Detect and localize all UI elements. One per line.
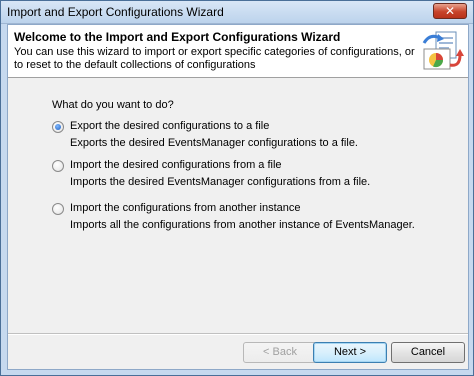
close-button[interactable]: ✕ bbox=[433, 3, 467, 19]
option-label[interactable]: Import the desired configurations from a… bbox=[70, 159, 282, 171]
header-description: You can use this wizard to import or exp… bbox=[14, 46, 415, 71]
back-button[interactable]: < Back bbox=[243, 342, 317, 363]
option-description: Imports all the configurations from anot… bbox=[70, 219, 415, 231]
wizard-body: Welcome to the Import and Export Configu… bbox=[7, 24, 469, 370]
wizard-header: Welcome to the Import and Export Configu… bbox=[8, 25, 468, 78]
close-icon: ✕ bbox=[444, 4, 456, 18]
import-file-radio[interactable] bbox=[52, 160, 64, 172]
wizard-window: Import and Export Configurations Wizard … bbox=[0, 0, 474, 376]
option-description: Imports the desired EventsManager config… bbox=[70, 176, 371, 188]
option-description: Exports the desired EventsManager config… bbox=[70, 137, 358, 149]
question-label: What do you want to do? bbox=[52, 99, 174, 111]
next-button[interactable]: Next > bbox=[313, 342, 387, 363]
option-export-to-file[interactable]: Export the desired configurations to a f… bbox=[52, 120, 452, 152]
header-title: Welcome to the Import and Export Configu… bbox=[14, 30, 341, 44]
export-radio[interactable] bbox=[52, 121, 64, 133]
cancel-button[interactable]: Cancel bbox=[391, 342, 465, 363]
option-import-from-file[interactable]: Import the desired configurations from a… bbox=[52, 159, 452, 191]
title-bar[interactable]: Import and Export Configurations Wizard … bbox=[1, 1, 473, 24]
option-label[interactable]: Export the desired configurations to a f… bbox=[70, 120, 269, 132]
window-title: Import and Export Configurations Wizard bbox=[7, 5, 224, 19]
import-instance-radio[interactable] bbox=[52, 203, 64, 215]
footer-divider bbox=[8, 333, 468, 335]
option-import-from-instance[interactable]: Import the configurations from another i… bbox=[52, 202, 452, 234]
configuration-wizard-icon bbox=[422, 31, 464, 70]
option-label[interactable]: Import the configurations from another i… bbox=[70, 202, 301, 214]
